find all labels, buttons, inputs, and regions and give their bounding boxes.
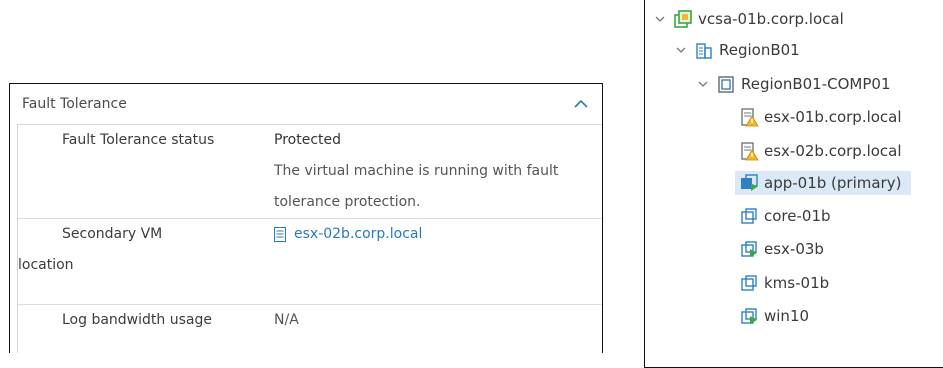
tree-node-host[interactable]: esx-01b.corp.local (739, 105, 902, 129)
tree-label-vm: kms-01b (764, 274, 830, 292)
datacenter-icon (696, 43, 712, 59)
secondary-vm-host-text: esx-02b.corp.local (294, 226, 423, 242)
secondary-vm-label-1: Secondary VM (62, 226, 163, 242)
tree-label-datacenter: RegionB01 (719, 41, 800, 59)
tree-node-host[interactable]: esx-02b.corp.local (739, 139, 902, 163)
cluster-icon (718, 76, 734, 93)
ft-status-description-1: The virtual machine is running with faul… (274, 163, 559, 179)
tree-label-vcenter: vcsa-01b.corp.local (698, 10, 844, 28)
host-warning-icon (741, 142, 759, 161)
log-bandwidth-value: N/A (274, 312, 299, 328)
tree-node-vm[interactable]: kms-01b (739, 271, 829, 295)
fault-tolerance-panel: Fault Tolerance Fault Tolerance status P… (9, 83, 603, 353)
tree-label-vm: app-01b (primary) (764, 174, 902, 192)
ft-status-value: Protected (274, 132, 341, 148)
fault-tolerance-details: Fault Tolerance status Protected The vir… (17, 124, 602, 353)
tree-label-host: esx-02b.corp.local (764, 142, 902, 160)
log-bandwidth-row: Log bandwidth usage N/A (18, 305, 602, 353)
ft-primary-vm-icon (741, 174, 758, 191)
tree-label-vm: esx-03b (764, 240, 824, 258)
tree-node-cluster[interactable]: RegionB01-COMP01 (696, 72, 891, 96)
secondary-vm-row: Secondary VM location esx-02b.corp.local (18, 219, 602, 305)
tree-node-vcenter[interactable]: vcsa-01b.corp.local (653, 7, 844, 31)
tree-node-vm[interactable]: esx-03b (739, 237, 824, 261)
tree-node-vm-selected[interactable]: app-01b (primary) (735, 171, 912, 195)
host-warning-icon (741, 108, 759, 127)
tree-node-vm[interactable]: win10 (739, 304, 809, 328)
tree-label-cluster: RegionB01-COMP01 (741, 75, 891, 93)
section-title: Fault Tolerance (22, 96, 127, 112)
secondary-vm-host-link[interactable]: esx-02b.corp.local (274, 219, 422, 250)
vm-powered-on-icon (741, 241, 757, 257)
chevron-down-icon[interactable] (653, 12, 667, 26)
chevron-up-icon[interactable] (572, 95, 590, 113)
chevron-down-icon[interactable] (674, 43, 688, 57)
ft-status-description-2: tolerance protection. (274, 194, 421, 210)
ft-status-row: Fault Tolerance status Protected The vir… (18, 125, 602, 219)
fault-tolerance-header[interactable]: Fault Tolerance (10, 84, 602, 124)
vm-icon (741, 208, 757, 224)
chevron-down-icon[interactable] (696, 77, 710, 91)
vm-icon (741, 275, 757, 291)
tree-label-vm: win10 (764, 307, 810, 325)
tree-label-vm: core-01b (764, 207, 831, 225)
host-server-icon (274, 227, 286, 242)
vm-powered-on-icon (741, 308, 757, 324)
tree-label-host: esx-01b.corp.local (764, 108, 902, 126)
log-bandwidth-label: Log bandwidth usage (62, 312, 212, 328)
vcenter-icon (674, 10, 692, 28)
tree-node-vm[interactable]: core-01b (739, 204, 831, 228)
tree-node-datacenter[interactable]: RegionB01 (674, 38, 800, 62)
inventory-tree: vcsa-01b.corp.local RegionB01 RegionB01-… (644, 0, 943, 368)
secondary-vm-label-2: location (18, 257, 74, 273)
ft-status-label: Fault Tolerance status (62, 132, 215, 148)
